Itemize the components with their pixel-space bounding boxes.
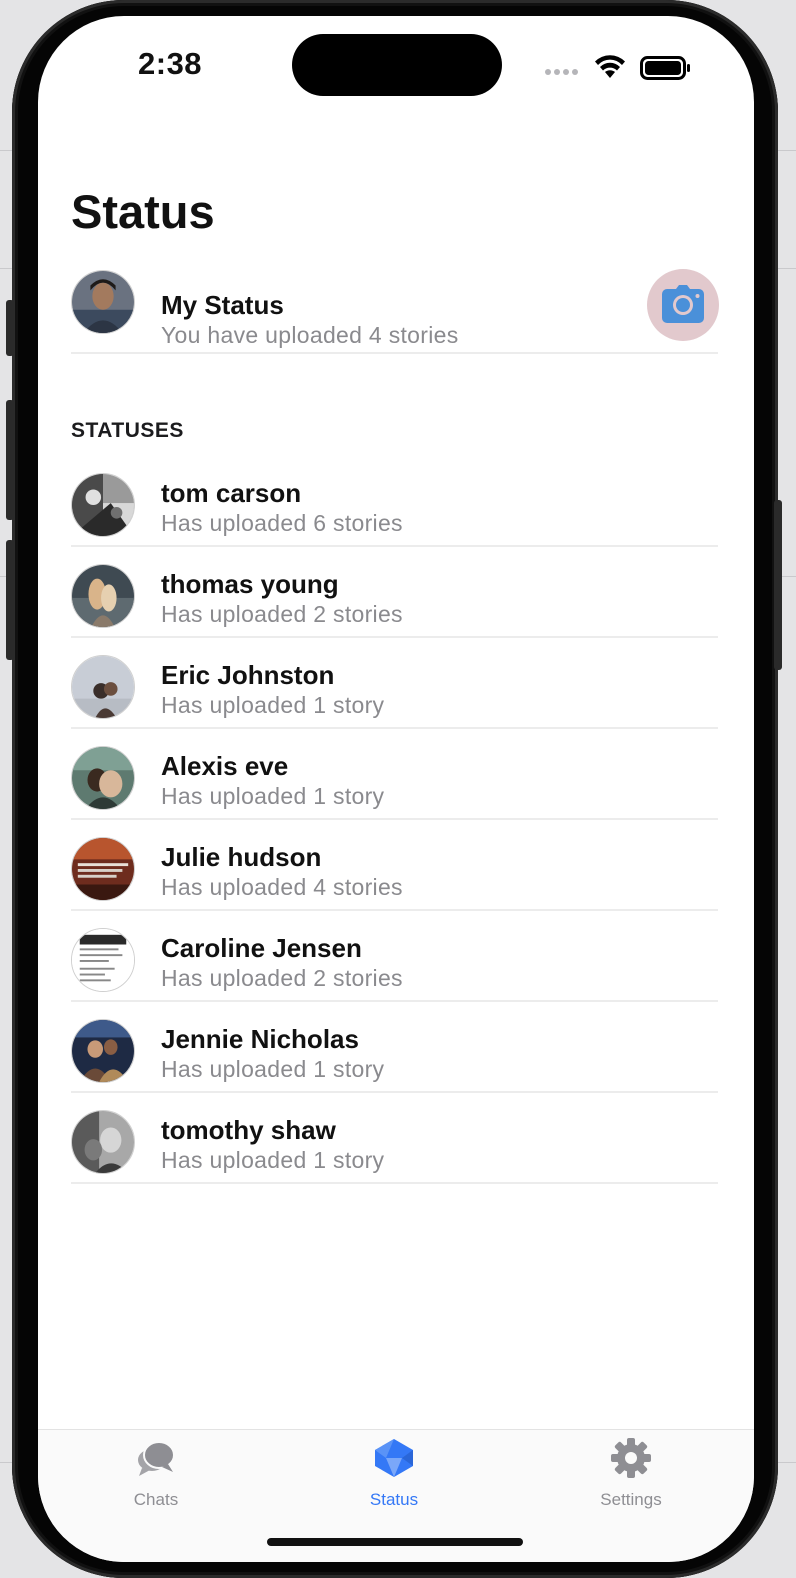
camera-button[interactable] [647, 269, 719, 341]
tab-label: Chats [133, 1490, 179, 1509]
status-item-julie-hudson[interactable]: Julie hudson Has uploaded 4 stories [71, 820, 718, 911]
status-item-caroline-jensen[interactable]: Caroline Jensen Has uploaded 2 stories [71, 911, 718, 1002]
my-status-title: My Status [161, 290, 284, 320]
status-name: thomas young [161, 569, 339, 599]
wifi-icon [595, 55, 625, 78]
status-subtitle: Has uploaded 6 stories [161, 510, 403, 536]
avatar [71, 473, 135, 537]
volume-down-button [6, 540, 14, 660]
status-item-thomas-young[interactable]: thomas young Has uploaded 2 stories [71, 547, 718, 638]
tab-label: Settings [600, 1490, 662, 1509]
chat-bubbles-icon [138, 1441, 175, 1476]
avatar [71, 564, 135, 628]
avatar [71, 746, 135, 810]
status-subtitle: Has uploaded 1 story [161, 1056, 385, 1082]
avatar [71, 655, 135, 719]
status-bar-icons [545, 55, 690, 80]
avatar [71, 837, 135, 901]
status-item-alexis-eve[interactable]: Alexis eve Has uploaded 1 story [71, 729, 718, 820]
status-name: Alexis eve [161, 751, 289, 781]
gear-icon [611, 1438, 651, 1478]
tab-status[interactable]: Status [319, 1430, 469, 1530]
status-bar-time: 2:38 [138, 46, 203, 81]
statuses-section-label: STATUSES [71, 419, 184, 442]
avatar [71, 1019, 135, 1083]
avatar [71, 1110, 135, 1174]
dynamic-island [292, 34, 502, 96]
volume-up-button [6, 400, 14, 520]
my-status-avatar [71, 270, 135, 334]
tab-label: Status [369, 1490, 419, 1509]
status-item-tom-carson[interactable]: tom carson Has uploaded 6 stories [71, 456, 718, 547]
status-subtitle: Has uploaded 2 stories [161, 965, 403, 991]
signal-dots-icon [545, 69, 578, 75]
tab-settings[interactable]: Settings [556, 1430, 706, 1530]
status-subtitle: Has uploaded 1 story [161, 692, 385, 718]
tab-chats[interactable]: Chats [81, 1430, 231, 1530]
status-subtitle: Has uploaded 4 stories [161, 874, 403, 900]
status-item-jennie-nicholas[interactable]: Jennie Nicholas Has uploaded 1 story [71, 1002, 718, 1093]
action-button [6, 300, 14, 356]
status-name: Jennie Nicholas [161, 1024, 359, 1054]
status-item-tomothy-shaw[interactable]: tomothy shaw Has uploaded 1 story [71, 1093, 718, 1184]
my-status-subtitle: You have uploaded 4 stories [161, 322, 459, 348]
battery-icon [640, 56, 690, 80]
status-subtitle: Has uploaded 1 story [161, 783, 385, 809]
camera-icon [662, 285, 704, 323]
status-name: Caroline Jensen [161, 933, 362, 963]
avatar [71, 928, 135, 992]
statuses-list: tom carson Has uploaded 6 stories thomas… [71, 456, 718, 1184]
status-icon [375, 1439, 413, 1477]
status-name: tom carson [161, 478, 302, 508]
side-button [774, 500, 782, 670]
page-title: Status [71, 185, 215, 238]
status-name: Eric Johnston [161, 660, 335, 690]
status-name: Julie hudson [161, 842, 322, 872]
home-indicator[interactable] [267, 1538, 523, 1546]
status-name: tomothy shaw [161, 1115, 336, 1145]
status-subtitle: Has uploaded 2 stories [161, 601, 403, 627]
status-item-eric-johnston[interactable]: Eric Johnston Has uploaded 1 story [71, 638, 718, 729]
status-subtitle: Has uploaded 1 story [161, 1147, 385, 1173]
phone-screen: 2:38 Status My Status You have uploaded … [38, 16, 754, 1562]
my-status-row[interactable]: My Status You have uploaded 4 stories [71, 270, 718, 354]
